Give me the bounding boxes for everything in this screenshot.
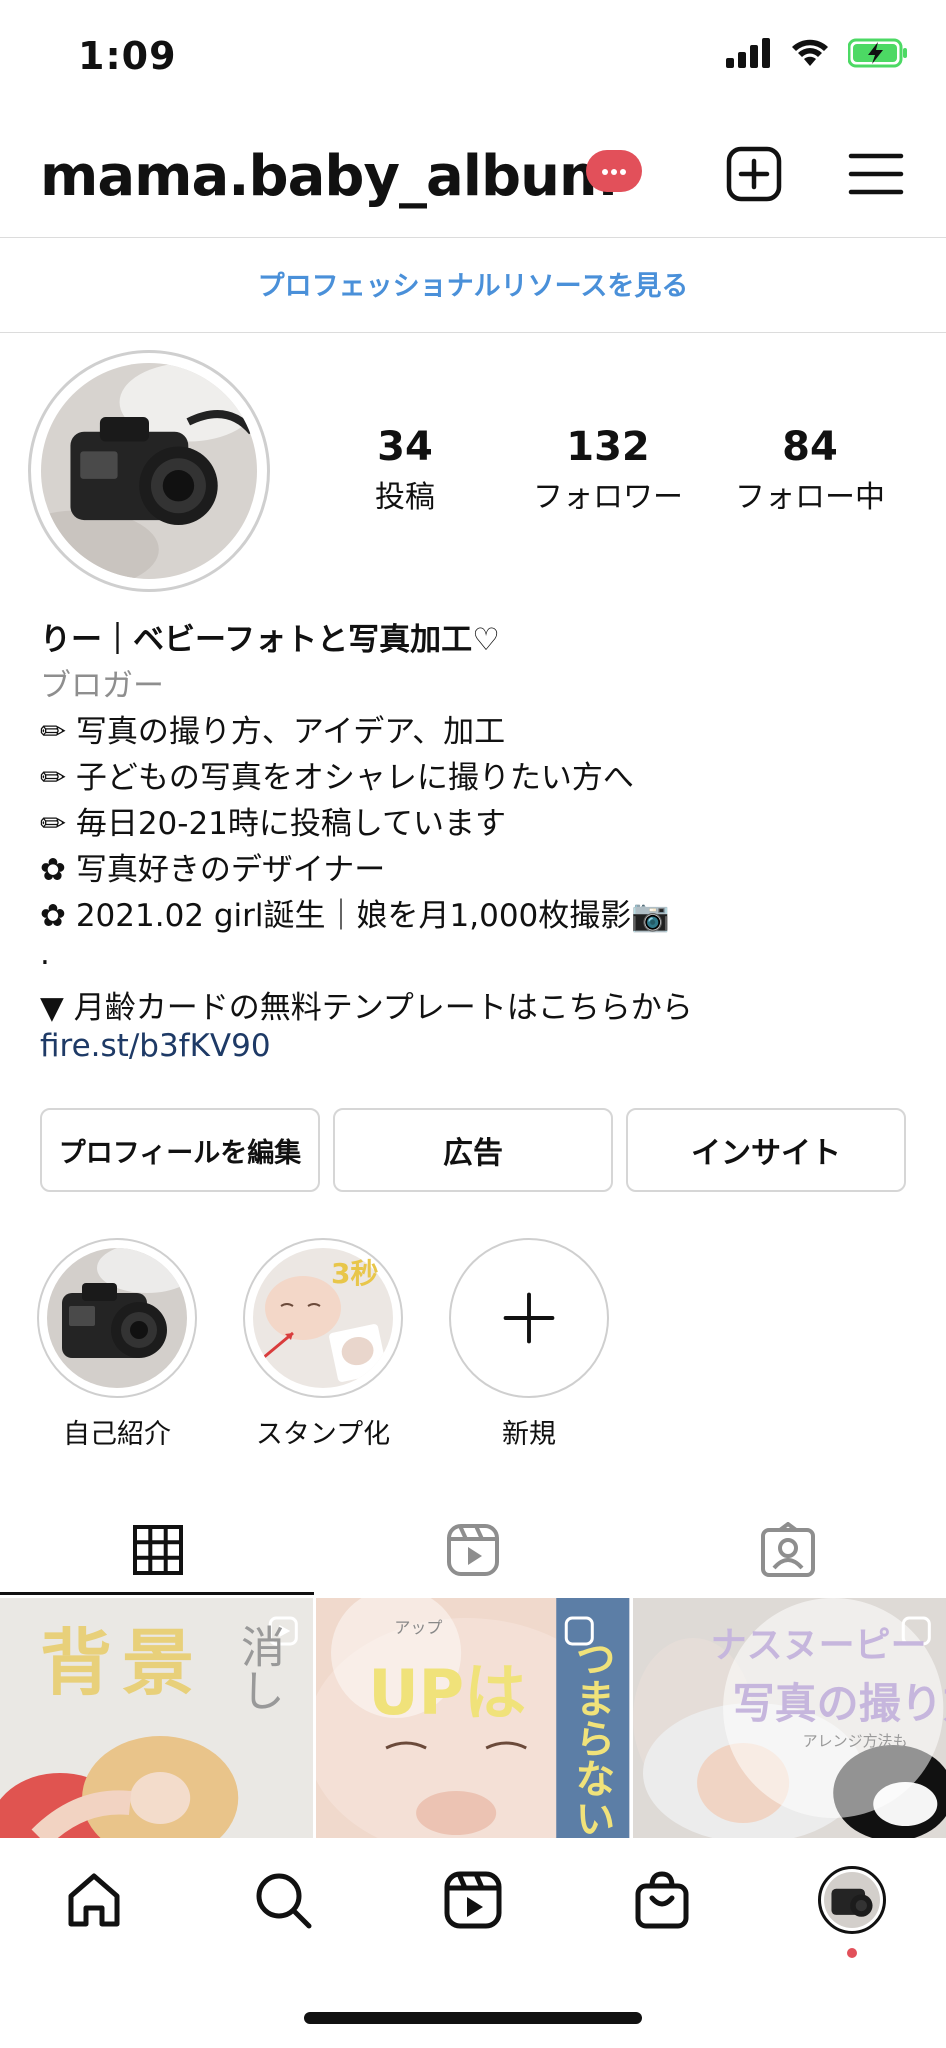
- highlight-stamp[interactable]: 3秒 スタンプ化: [241, 1238, 405, 1451]
- nav-home[interactable]: [54, 1860, 134, 1940]
- nav-reels[interactable]: [433, 1860, 513, 1940]
- post-text: 写真の撮り方: [732, 1679, 946, 1728]
- post-thumbnail[interactable]: アップ UPは つまらない: [316, 1598, 630, 1838]
- tab-grid[interactable]: [0, 1506, 315, 1594]
- profile-tabs: [0, 1506, 946, 1594]
- divider: [0, 237, 946, 238]
- home-icon: [68, 1873, 120, 1927]
- status-bar: 1:09: [0, 0, 946, 110]
- notification-badge[interactable]: [586, 150, 642, 192]
- post-text: 消し: [233, 1624, 284, 1712]
- plus-icon: [503, 1292, 555, 1344]
- insights-button[interactable]: インサイト: [626, 1108, 906, 1192]
- highlight-label: 新規: [502, 1419, 556, 1450]
- followers-count[interactable]: 132 フォロワー: [508, 424, 708, 516]
- post-text: 背景: [40, 1620, 205, 1705]
- posts-count[interactable]: 34 投稿: [305, 424, 505, 516]
- bio-line: ▼ 月齢カードの無料テンプレートはこちらから: [40, 990, 693, 1026]
- posts-count-value: 34: [377, 424, 433, 470]
- grid-icon: [132, 1525, 183, 1575]
- nav-profile-avatar: [818, 1866, 886, 1934]
- highlight-ring: 3秒: [243, 1238, 403, 1398]
- nav-shop[interactable]: [622, 1860, 702, 1940]
- bio-line: ✿ 2021.02 girl誕生｜娘を月1,000枚撮影📷: [40, 898, 670, 934]
- camera-photo: [41, 363, 257, 579]
- bio-line: ✏ 子どもの写真をオシャレに撮りたい方へ: [40, 760, 634, 796]
- tab-tagged[interactable]: [630, 1506, 945, 1594]
- reels-icon: [444, 1871, 502, 1929]
- bio-line: ✿ 写真好きのデザイナー: [40, 852, 386, 888]
- profile-avatar[interactable]: [28, 350, 270, 592]
- bio-line: ✏ 毎日20-21時に投稿しています: [40, 806, 506, 842]
- menu-icon[interactable]: [846, 144, 906, 204]
- status-time: 1:09: [78, 34, 177, 78]
- profile-bio: りー｜ベビーフォトと写真加工♡ ブロガー ✏ 写真の撮り方、アイデア、加工 ✏ …: [40, 614, 920, 1074]
- username[interactable]: mama.baby_album: [40, 144, 617, 209]
- highlight-ring: [37, 1238, 197, 1398]
- display-name: りー｜ベビーフォトと写真加工♡: [40, 622, 500, 658]
- highlight-new-ring: [449, 1238, 609, 1398]
- professional-resources-link[interactable]: プロフェッショナルリソースを見る: [0, 264, 946, 303]
- cellular-signal-icon: [726, 38, 770, 68]
- ads-button[interactable]: 広告: [333, 1108, 613, 1192]
- post-text: UPは: [368, 1656, 527, 1729]
- highlight-intro[interactable]: 自己紹介: [35, 1238, 199, 1451]
- following-count-value: 84: [782, 424, 838, 470]
- nav-profile[interactable]: [812, 1860, 892, 1940]
- status-icons: [726, 38, 908, 68]
- post-text: ナスヌーピー: [710, 1625, 927, 1666]
- bio-line: .: [40, 936, 50, 972]
- home-indicator: [304, 2012, 642, 2024]
- highlight-label: 自己紹介: [63, 1419, 171, 1450]
- divider: [0, 332, 946, 333]
- posts-grid: 背景 消し アップ UPは つまらない ナスヌーピー 写真の撮り アレンジ方法も: [0, 1598, 946, 1838]
- highlight-cover: 3秒: [253, 1248, 393, 1388]
- shopping-bag-icon: [635, 1871, 689, 1929]
- post-text: アレンジ方法も: [802, 1732, 908, 1750]
- following-count[interactable]: 84 フォロー中: [710, 424, 910, 516]
- tab-reels[interactable]: [315, 1506, 630, 1594]
- nav-search[interactable]: [243, 1860, 323, 1940]
- posts-count-label: 投稿: [375, 480, 435, 515]
- bottom-navigation: [0, 1838, 946, 1968]
- bio-link[interactable]: fire.st/b3fKV90: [40, 1028, 920, 1074]
- following-count-label: フォロー中: [735, 480, 885, 515]
- tagged-icon: [760, 1522, 815, 1577]
- avatar-photo: [41, 363, 257, 579]
- highlight-new[interactable]: 新規: [447, 1238, 611, 1451]
- highlight-label: スタンプ化: [255, 1419, 391, 1450]
- battery-charging-icon: [848, 38, 907, 68]
- followers-count-value: 132: [566, 424, 650, 470]
- post-thumbnail[interactable]: ナスヌーピー 写真の撮り方 アレンジ方法も: [632, 1598, 946, 1838]
- post-ruby: アップ: [394, 1618, 443, 1637]
- bio-line: ✏ 写真の撮り方、アイデア、加工: [40, 714, 506, 750]
- create-post-icon[interactable]: [724, 144, 784, 204]
- stamp-badge-text: 3秒: [331, 1257, 379, 1290]
- notification-dot: [847, 1948, 857, 1958]
- profile-header: mama.baby_album: [0, 140, 946, 236]
- post-thumbnail[interactable]: 背景 消し: [0, 1598, 314, 1838]
- reels-icon: [446, 1524, 499, 1576]
- highlight-cover: [47, 1248, 187, 1388]
- category-label: ブロガー: [40, 668, 164, 704]
- post-text: つまらない: [568, 1638, 615, 1838]
- search-icon: [256, 1873, 312, 1929]
- followers-count-label: フォロワー: [533, 480, 683, 515]
- edit-profile-button[interactable]: プロフィールを編集: [40, 1108, 320, 1192]
- wifi-icon: [792, 39, 828, 66]
- active-tab-indicator: [0, 1592, 314, 1595]
